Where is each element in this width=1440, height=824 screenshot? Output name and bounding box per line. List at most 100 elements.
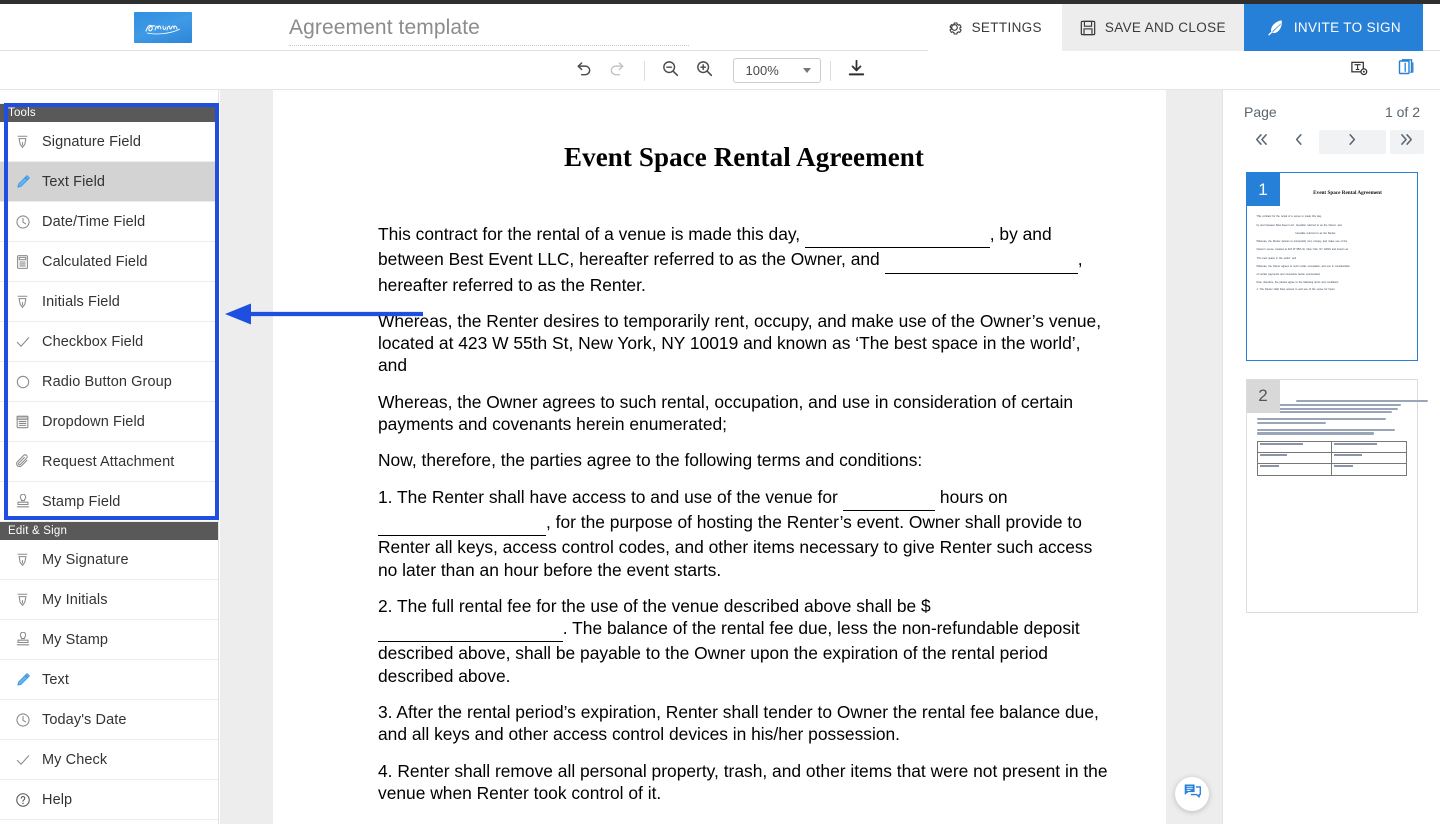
- pages-panel: Page 1 of 2 1 Event Space Rental Agreeme…: [1222, 90, 1440, 824]
- text-settings-button[interactable]: [1342, 54, 1376, 88]
- sidebar-groups: Tools Signature Field Text Field Date/Time …: [0, 104, 218, 820]
- document-viewport[interactable]: Event Space Rental Agreement This contra…: [220, 90, 1222, 824]
- toolbar-center-group: 100%: [0, 51, 1440, 90]
- toolbar-divider: [643, 60, 645, 81]
- paperclip-icon: [14, 453, 31, 470]
- pages-panel-header: Page 1 of 2: [1223, 90, 1440, 120]
- circle-icon: [14, 374, 31, 390]
- prev-page-button[interactable]: [1282, 130, 1316, 154]
- sidebar-item-today-s-date[interactable]: Today's Date: [0, 700, 218, 740]
- first-page-button[interactable]: [1244, 130, 1278, 154]
- sidebar-item-stamp-field[interactable]: Stamp Field: [0, 482, 218, 522]
- sidebar-item-initials-field[interactable]: Initials Field: [0, 282, 218, 322]
- zoom-in-button[interactable]: [688, 54, 722, 88]
- sidebar-group-header-tools: Tools: [0, 104, 218, 122]
- page-thumbnail-2[interactable]: 2: [1245, 378, 1428, 613]
- sidebar-item-label: Radio Button Group: [42, 373, 172, 390]
- thumb1-line: ‘The best space in the world’, and: [1256, 256, 1297, 260]
- invite-to-sign-button[interactable]: INVITE TO SIGN: [1243, 4, 1423, 51]
- zoom-in-icon: [695, 59, 714, 83]
- sidebar-item-label: Calculated Field: [42, 253, 148, 270]
- settings-button[interactable]: SETTINGS: [927, 4, 1062, 51]
- thumb1-line: hereafter referred to as the Renter.: [1295, 232, 1337, 236]
- next-page-button[interactable]: [1319, 130, 1387, 154]
- sidebar-item-my-check[interactable]: My Check: [0, 740, 218, 780]
- document-heading: Event Space Rental Agreement: [564, 142, 924, 172]
- zoom-out-icon: [661, 59, 680, 83]
- fillable-blank: [842, 488, 936, 511]
- chat-bubble-icon: [1183, 782, 1202, 806]
- document-title-field[interactable]: Agreement template: [289, 13, 689, 46]
- chat-bubble-button[interactable]: [1175, 777, 1209, 811]
- clock-icon: [14, 214, 31, 230]
- save-and-close-button[interactable]: SAVE AND CLOSE: [1061, 4, 1244, 51]
- duplicate-page-button[interactable]: [1390, 54, 1424, 88]
- page-counter: 1 of 2: [1384, 104, 1420, 120]
- sidebar-item-label: Today's Date: [42, 711, 127, 728]
- clock-icon: [14, 712, 31, 728]
- signnow-logo[interactable]: [134, 12, 192, 43]
- sidebar-item-label: Signature Field: [42, 133, 142, 150]
- header-spacer: [689, 4, 928, 50]
- pen-nib-icon: [14, 592, 31, 608]
- document-body: This contract for the rental of a venue …: [378, 223, 1110, 804]
- annotation-arrow: [225, 303, 425, 325]
- last-page-icon: [1399, 132, 1416, 152]
- sidebar-item-text-field[interactable]: Text Field: [0, 162, 218, 202]
- document-paragraph: 3. After the rental period’s expiration,…: [378, 702, 1099, 745]
- sidebar-item-help[interactable]: Help: [0, 780, 218, 820]
- sidebar-item-checkbox-field[interactable]: Checkbox Field: [0, 322, 218, 362]
- redo-button[interactable]: [601, 54, 635, 88]
- pen-nib-icon: [14, 552, 31, 568]
- document-paragraph: Whereas, the Owner agrees to such rental…: [378, 391, 1074, 435]
- sidebar-item-request-attachment[interactable]: Request Attachment: [0, 442, 218, 482]
- document-title-text: Agreement template: [289, 16, 480, 39]
- download-button[interactable]: [840, 54, 874, 88]
- undo-icon: [574, 59, 593, 83]
- page-thumbnail-2-number: 2: [1246, 379, 1280, 413]
- thumb1-line: Whereas, the Renter desires to temporari…: [1256, 239, 1348, 243]
- pen-nib-icon: [14, 134, 31, 150]
- sidebar-item-calculated-field[interactable]: Calculated Field: [0, 242, 218, 282]
- last-page-button[interactable]: [1390, 130, 1424, 154]
- settings-button-label: SETTINGS: [971, 20, 1042, 35]
- sidebar-item-my-stamp[interactable]: My Stamp: [0, 620, 218, 660]
- check-icon: [14, 334, 31, 350]
- toolbar-divider-2: [829, 60, 831, 81]
- sidebar-item-text[interactable]: Text: [0, 660, 218, 700]
- document-paragraph: This contract for the rental of a venue …: [378, 224, 1083, 295]
- tools-sidebar: Tools Signature Field Text Field Date/Time …: [0, 90, 219, 824]
- sidebar-item-label: My Stamp: [42, 631, 109, 648]
- sidebar-item-my-signature[interactable]: My Signature: [0, 540, 218, 580]
- thumb1-line: Whereas, the Owner agrees to such rental…: [1256, 264, 1350, 268]
- toolbar-right-group: [1342, 51, 1432, 90]
- sidebar-item-label: Date/Time Field: [42, 213, 146, 230]
- document-paragraph: Whereas, the Renter desires to temporari…: [378, 310, 1102, 376]
- pencil-icon: [14, 174, 31, 190]
- prev-page-icon: [1292, 132, 1305, 152]
- duplicate-page-icon: [1397, 58, 1417, 83]
- feather-pen-icon: [1266, 18, 1285, 37]
- redo-icon: [608, 59, 627, 83]
- sidebar-item-radio-button-group[interactable]: Radio Button Group: [0, 362, 218, 402]
- sidebar-item-signature-field[interactable]: Signature Field: [0, 122, 218, 162]
- sidebar-item-dropdown-field[interactable]: Dropdown Field: [0, 402, 218, 442]
- sidebar-item-my-initials[interactable]: My Initials: [0, 580, 218, 620]
- thumb2-table: [1256, 440, 1407, 476]
- save-and-close-label: SAVE AND CLOSE: [1104, 20, 1226, 35]
- page-thumbnail-1[interactable]: 1 Event Space Rental Agreement This cont…: [1245, 172, 1418, 361]
- thumb1-line: of certain payments and covenants herein…: [1256, 273, 1321, 277]
- document-paragraph: 4. Renter shall remove all personal prop…: [378, 760, 1108, 803]
- first-page-icon: [1252, 132, 1269, 152]
- zoom-level-select[interactable]: 100%: [732, 58, 821, 83]
- zoom-out-button[interactable]: [654, 54, 688, 88]
- fillable-blank: [884, 250, 1078, 274]
- thumb1-line: Now, therefore, the parties agree to the…: [1256, 280, 1339, 284]
- sidebar-item-date-time-field[interactable]: Date/Time Field: [0, 202, 218, 242]
- thumb1-lines: This contract for the rental of a venue …: [1257, 215, 1407, 292]
- zoom-level-value: 100%: [745, 63, 779, 78]
- thumb1-line: by and between Best Event LLC, hereafter…: [1256, 223, 1342, 227]
- undo-button[interactable]: [567, 54, 601, 88]
- page-nav: [1223, 120, 1440, 154]
- stamp-icon: [14, 493, 31, 510]
